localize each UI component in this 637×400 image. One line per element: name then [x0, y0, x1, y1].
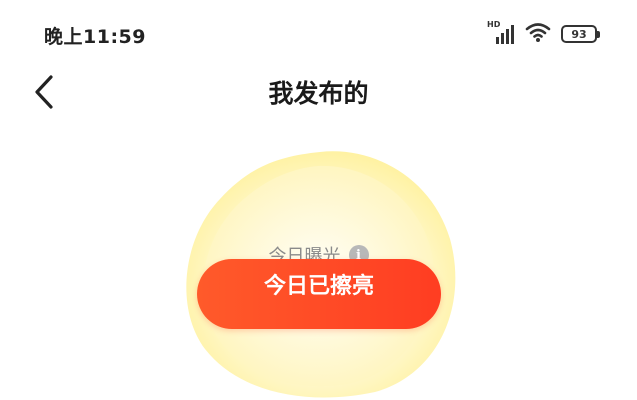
- hd-label: HD: [487, 20, 501, 29]
- status-time: 晚上11:59: [44, 26, 146, 48]
- nav-bar: 我发布的: [0, 70, 637, 114]
- signal-icon: HD: [487, 20, 515, 45]
- exposure-card: 今日曝光 i 30477: [0, 114, 637, 400]
- wifi-icon: [525, 21, 551, 47]
- battery-level: 93: [571, 27, 587, 41]
- status-bar: 晚上11:59 HD 93: [0, 0, 637, 70]
- refresh-status-button[interactable]: 今日已擦亮: [197, 259, 441, 329]
- battery-icon: 93: [561, 25, 600, 43]
- status-icons: HD 93: [487, 20, 600, 47]
- page-title: 我发布的: [268, 79, 369, 108]
